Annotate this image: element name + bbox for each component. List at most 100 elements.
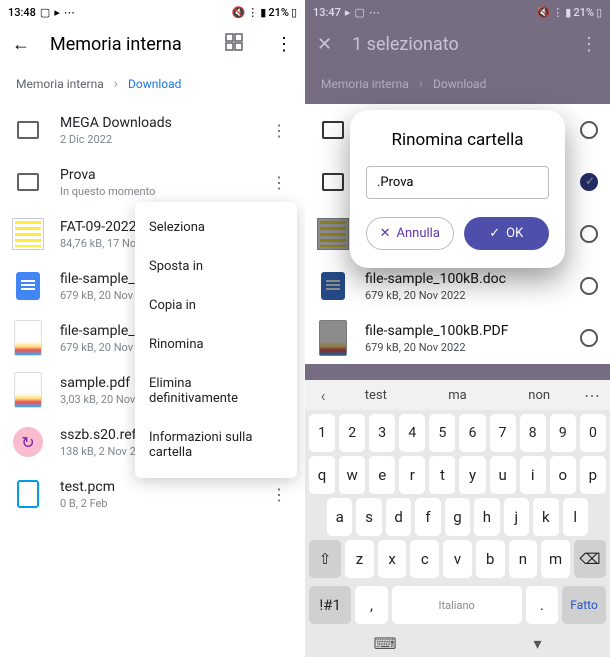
key-4[interactable]: 4 <box>399 414 425 452</box>
item-name: Prova <box>60 167 249 183</box>
appbar: ✕ 1 selezionato ⋮ <box>305 24 610 64</box>
key-h[interactable]: h <box>474 498 499 536</box>
breadcrumb-current[interactable]: Download <box>433 77 486 91</box>
key-i[interactable]: i <box>520 456 546 494</box>
suggestion[interactable]: non <box>498 388 580 403</box>
key-g[interactable]: g <box>445 498 470 536</box>
rename-input[interactable] <box>366 166 549 199</box>
more-icon[interactable]: ⋯ <box>580 386 604 405</box>
key-a[interactable]: a <box>327 498 352 536</box>
back-icon[interactable]: ← <box>12 34 30 55</box>
menu-item-info[interactable]: Informazioni sulla cartella <box>135 418 297 472</box>
backspace-key[interactable]: ⌫ <box>574 540 606 578</box>
key-b[interactable]: b <box>476 540 505 578</box>
key-9[interactable]: 9 <box>550 414 576 452</box>
ok-button[interactable]: ✓ OK <box>464 217 550 250</box>
chevron-right-icon: › <box>114 76 118 92</box>
done-key[interactable]: Fatto <box>562 586 606 624</box>
breadcrumb-root[interactable]: Memoria interna <box>16 77 104 91</box>
mute-icon: 🔇 <box>232 6 246 19</box>
key-f[interactable]: f <box>415 498 440 536</box>
key-p[interactable]: p <box>580 456 606 494</box>
doc-icon <box>16 272 40 300</box>
checkbox[interactable] <box>580 277 598 295</box>
breadcrumb-root[interactable]: Memoria interna <box>321 77 409 91</box>
key-5[interactable]: 5 <box>429 414 455 452</box>
period-key[interactable]: . <box>526 586 558 624</box>
status-time: 13:47 <box>313 6 341 19</box>
key-z[interactable]: z <box>345 540 374 578</box>
item-more-icon[interactable]: ⋮ <box>265 167 293 198</box>
key-8[interactable]: 8 <box>520 414 546 452</box>
checkbox[interactable] <box>580 329 598 347</box>
key-y[interactable]: y <box>459 456 485 494</box>
menu-item-delete[interactable]: Elimina definitivamente <box>135 364 297 418</box>
key-s[interactable]: s <box>356 498 381 536</box>
space-key[interactable]: Italiano <box>392 586 522 624</box>
overflow-icon[interactable]: ⋮ <box>580 34 598 55</box>
menu-item-move[interactable]: Sposta in <box>135 247 297 286</box>
chevron-left-icon[interactable]: ‹ <box>311 386 335 405</box>
pdf-thumb-icon <box>319 320 347 356</box>
xls-thumb-icon <box>317 218 349 250</box>
folder-icon <box>17 121 39 139</box>
menu-item-select[interactable]: Seleziona <box>135 208 297 247</box>
context-menu: Seleziona Sposta in Copia in Rinomina El… <box>135 202 297 478</box>
key-l[interactable]: l <box>563 498 588 536</box>
key-w[interactable]: w <box>339 456 365 494</box>
item-more-icon[interactable]: ⋮ <box>265 479 293 510</box>
rename-dialog: Rinomina cartella ✕ Annulla ✓ OK <box>350 110 565 268</box>
file-icon <box>17 480 39 508</box>
checkbox-checked[interactable] <box>580 173 598 191</box>
key-m[interactable]: m <box>541 540 570 578</box>
signal-icon: ▮ <box>260 6 266 19</box>
checkbox[interactable] <box>580 121 598 139</box>
close-icon[interactable]: ✕ <box>317 34 332 55</box>
list-item[interactable]: file-sample_100kB.PDF679 kB, 20 Nov 2022 <box>305 312 610 364</box>
key-0[interactable]: 0 <box>580 414 606 452</box>
key-1[interactable]: 1 <box>309 414 335 452</box>
key-t[interactable]: t <box>429 456 455 494</box>
key-v[interactable]: v <box>443 540 472 578</box>
shift-key[interactable]: ⇧ <box>309 540 341 578</box>
checkbox[interactable] <box>580 225 598 243</box>
menu-item-copy[interactable]: Copia in <box>135 286 297 325</box>
folder-icon <box>322 173 344 191</box>
list-item[interactable]: MEGA Downloads2 Dic 2022 ⋮ <box>0 104 305 156</box>
key-7[interactable]: 7 <box>490 414 516 452</box>
gallery-icon: ▢ <box>354 6 364 19</box>
key-n[interactable]: n <box>509 540 538 578</box>
suggestion[interactable]: ma <box>417 388 499 403</box>
key-c[interactable]: c <box>410 540 439 578</box>
key-u[interactable]: u <box>490 456 516 494</box>
symbols-key[interactable]: !#1 <box>309 586 351 624</box>
key-2[interactable]: 2 <box>339 414 365 452</box>
suggestion[interactable]: test <box>335 388 417 403</box>
comma-key[interactable]: , <box>355 586 387 624</box>
screen-left: 13:48 ▢ ▸ ⋯ 🔇 ⋮ ▮ 21% ▯ ← Memoria intern… <box>0 0 305 657</box>
breadcrumb-current[interactable]: Download <box>128 77 181 91</box>
key-x[interactable]: x <box>378 540 407 578</box>
cancel-button[interactable]: ✕ Annulla <box>366 217 454 250</box>
key-j[interactable]: j <box>504 498 529 536</box>
key-q[interactable]: q <box>309 456 335 494</box>
screen-right: 13:47 ▸ ▢ ⋯ 🔇 ⋮ ▮ 21% ▯ ✕ 1 selezionato … <box>305 0 610 657</box>
keyboard-suggestions: ‹ test ma non ⋯ <box>305 380 610 410</box>
keyboard-switch-icon[interactable]: ⌨ <box>373 634 396 653</box>
key-k[interactable]: k <box>533 498 558 536</box>
list-item[interactable]: ProvaIn questo momento ⋮ <box>0 156 305 208</box>
grid-view-icon[interactable] <box>225 33 243 55</box>
menu-item-rename[interactable]: Rinomina <box>135 325 297 364</box>
key-e[interactable]: e <box>369 456 395 494</box>
item-more-icon[interactable]: ⋮ <box>265 115 293 146</box>
overflow-icon[interactable]: ⋮ <box>275 34 293 55</box>
key-o[interactable]: o <box>550 456 576 494</box>
key-d[interactable]: d <box>386 498 411 536</box>
keyboard: 1234567890 qwertyuiop asdfghjkl ⇧ zxcvbn… <box>305 410 610 657</box>
key-r[interactable]: r <box>399 456 425 494</box>
keyboard-hide-icon[interactable]: ▾ <box>534 634 542 653</box>
wifi-icon: ⋮ <box>247 6 258 19</box>
key-3[interactable]: 3 <box>369 414 395 452</box>
item-name: MEGA Downloads <box>60 115 249 131</box>
key-6[interactable]: 6 <box>459 414 485 452</box>
